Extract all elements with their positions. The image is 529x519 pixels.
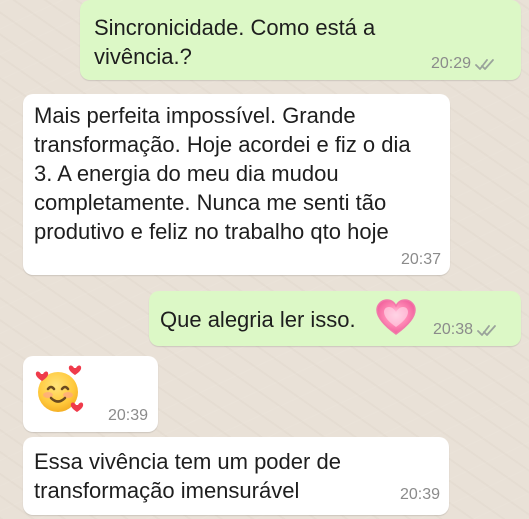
message-text: Essa vivência tem um poder de transforma… [34,449,341,503]
message-meta: 20:39 [108,408,148,424]
message-bubble-received[interactable]: Essa vivência tem um poder de transforma… [23,437,449,515]
message-bubble-sent[interactable]: Sincronicidade. Como está a vivência.? 2… [80,0,521,80]
smiling-face-with-hearts-icon [33,364,85,416]
message-time: 20:37 [400,251,441,268]
message-bubble-sent[interactable]: Que alegria ler isso. 20:38 [149,291,521,346]
message-bubble-received[interactable]: 20:39 [23,356,158,432]
message-text: Sincronicidade. Como está a vivência.? [94,15,376,69]
message-bubble-received[interactable]: Mais perfeita impossível. Grande transfo… [23,94,450,275]
double-check-icon [477,324,497,337]
double-check-icon [475,58,495,71]
message-meta: 20:38 [433,322,497,338]
message-text: Mais perfeita impossível. Grande transfo… [34,103,411,244]
message-meta: 20:39 [400,487,440,503]
message-time: 20:39 [399,486,440,503]
message-text: Que alegria ler isso. [160,307,356,332]
message-meta: 20:29 [431,56,495,72]
message-meta: 20:37 [401,252,441,268]
growing-heart-icon [375,299,417,336]
message-time: 20:29 [430,55,471,72]
message-time: 20:38 [432,321,473,338]
message-time: 20:39 [107,407,148,424]
